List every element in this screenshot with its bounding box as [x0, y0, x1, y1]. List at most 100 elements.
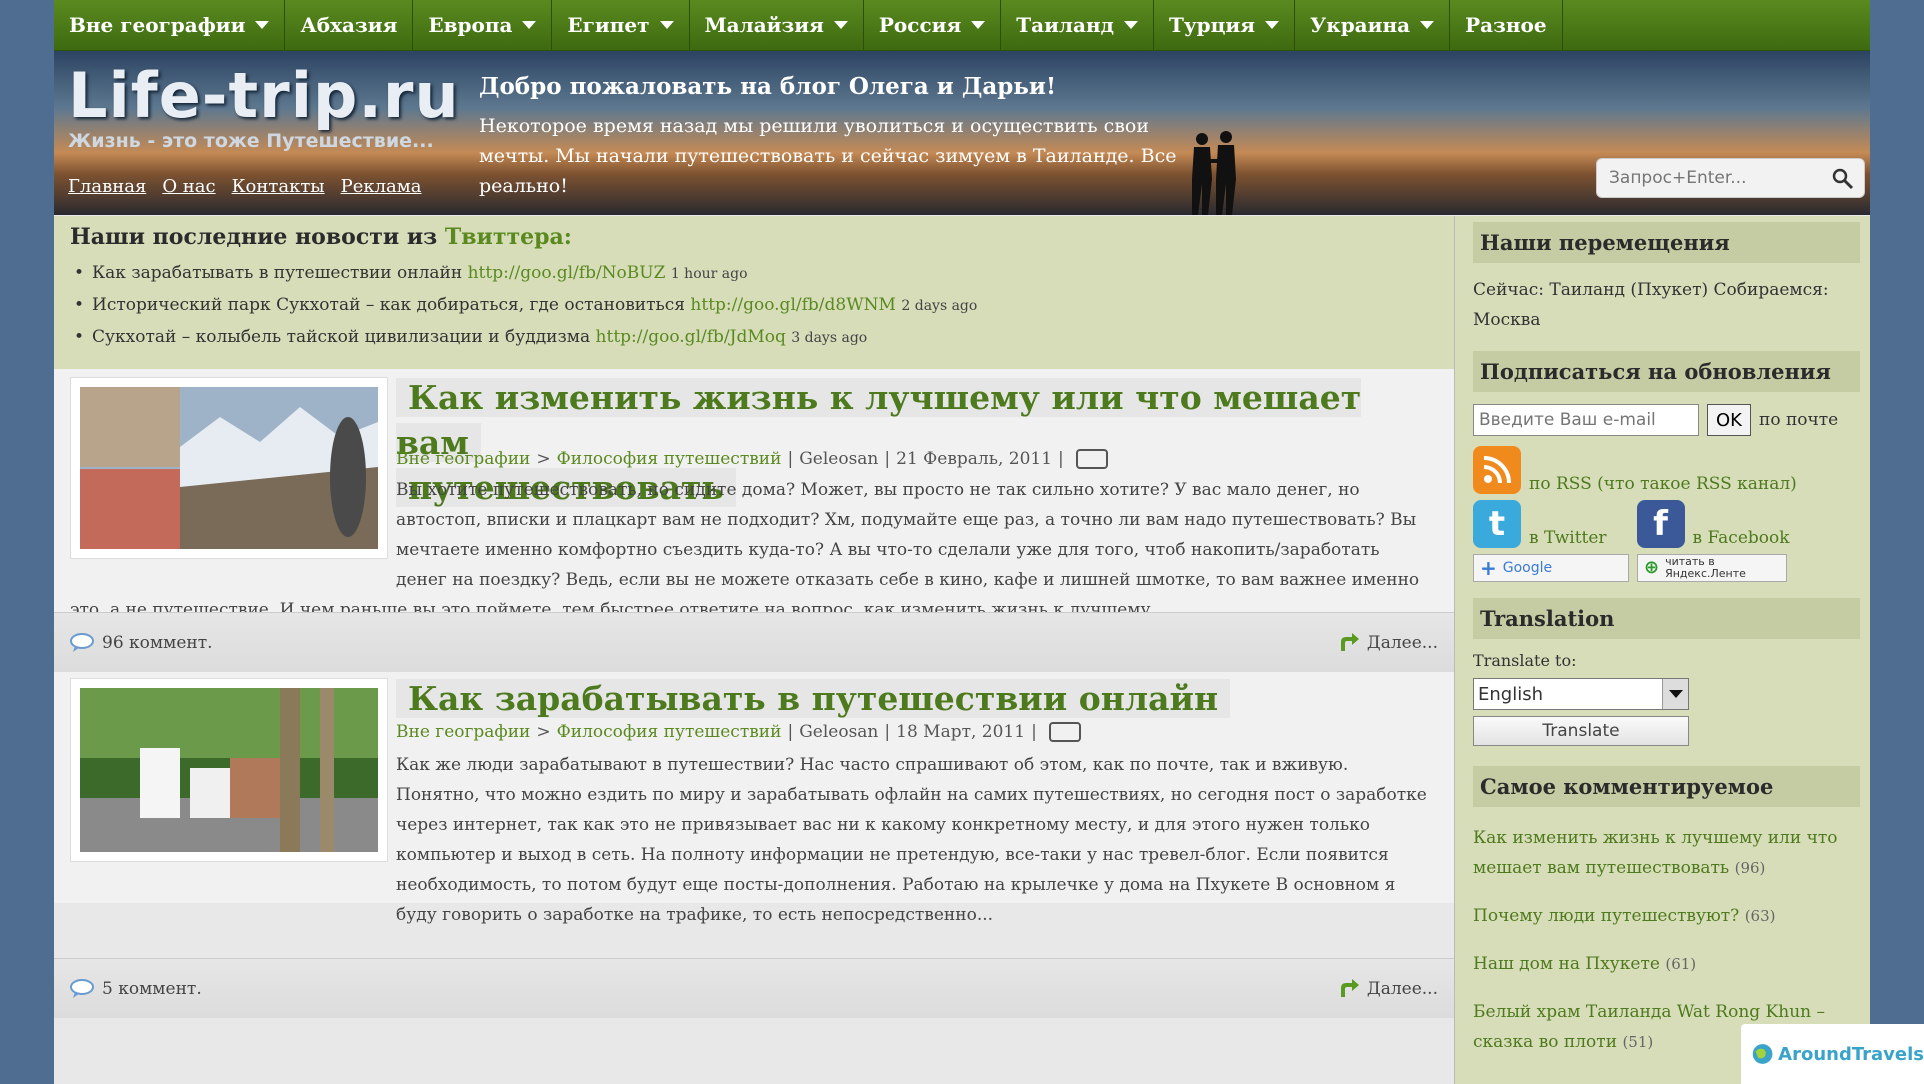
language-select[interactable]: English [1473, 678, 1689, 710]
category-link[interactable]: Вне географии [396, 722, 530, 742]
comment-bubble-icon [70, 978, 94, 998]
main-content: Наши последние новости из Твиттера: Как … [54, 216, 1454, 1084]
post-author: Geleosan [799, 449, 879, 469]
nav-item-europe[interactable]: Европа [413, 0, 553, 50]
arrow-return-icon [1340, 632, 1359, 651]
twitter-link[interactable]: в Twitter [1529, 528, 1607, 548]
search-input[interactable] [1609, 168, 1819, 188]
post: Как зарабатывать в путешествии онлайн Вн… [54, 672, 1454, 925]
chevron-down-icon [1265, 21, 1280, 29]
comments-link[interactable]: 96 коммент. [70, 632, 213, 653]
chevron-down-icon [1420, 21, 1435, 29]
nav-item-abkhazia[interactable]: Абхазия [285, 0, 414, 50]
popular-heading: Самое комментируемое [1473, 766, 1860, 807]
meta-separator: | [787, 722, 794, 742]
popular-link[interactable]: Почему люди путешествуют? [1473, 906, 1739, 926]
chevron-down-icon [522, 21, 537, 29]
link-home[interactable]: Главная [68, 176, 146, 197]
link-contacts[interactable]: Контакты [232, 176, 325, 197]
post-meta: Вне географии > Философия путешествий | Gel… [396, 449, 1108, 469]
list-item: Исторический парк Сукхотай – как добират… [70, 290, 1438, 322]
sidebar: Наши перемещения Сейчас: Таиланд (Пхукет… [1454, 216, 1870, 1084]
search-box [1596, 158, 1865, 198]
email-field[interactable] [1473, 404, 1699, 436]
comments-link[interactable]: 5 коммент. [70, 978, 202, 999]
rss-icon[interactable] [1473, 446, 1521, 494]
meta-separator: | [1031, 722, 1037, 742]
watermark-logo: AroundTravels [1741, 1024, 1924, 1084]
post-image [80, 688, 378, 852]
badge-row: + Google ⊕ читать в Яндекс.Ленте [1473, 554, 1860, 582]
rss-link[interactable]: по RSS (что такое RSS канал) [1529, 474, 1797, 494]
comment-bubble-icon [70, 632, 94, 652]
nav-item-egypt[interactable]: Египет [552, 0, 690, 50]
by-mail-label: по почте [1759, 410, 1839, 430]
translation-heading: Translation [1473, 598, 1860, 639]
popular-link[interactable]: Как изменить жизнь к лучшему или что меш… [1473, 828, 1837, 878]
nav-item-ukraine[interactable]: Украина [1295, 0, 1451, 50]
info-icon [1048, 722, 1081, 742]
nav-item-malaysia[interactable]: Малайзия [690, 0, 864, 50]
chevron-down-icon [255, 21, 270, 29]
subscribe-heading: Подписаться на обновления [1473, 351, 1860, 392]
camera-icon [1075, 449, 1108, 469]
list-item: Наш дом на Пхукете (61) [1473, 954, 1697, 974]
post-excerpt: Вы хотите путешествовать, но сидите дома… [396, 480, 1420, 590]
translate-button[interactable]: Translate [1473, 716, 1689, 746]
tweet-link[interactable]: http://goo.gl/fb/NoBUZ [468, 263, 666, 283]
chevron-down-icon [833, 21, 848, 29]
chevron-down-icon [971, 21, 986, 29]
twitter-list: Как зарабатывать в путешествии онлайн ht… [70, 258, 1438, 354]
yandex-button[interactable]: ⊕ читать в Яндекс.Ленте [1637, 554, 1787, 582]
nav-item-thailand[interactable]: Таиланд [1001, 0, 1154, 50]
header-banner: Life-trip.ru Жизнь - это тоже Путешестви… [54, 51, 1870, 215]
chevron-down-icon [1662, 679, 1688, 709]
post-image [80, 387, 378, 549]
read-more-link[interactable]: Далее... [1337, 978, 1438, 999]
nav-item-russia[interactable]: Россия [864, 0, 1002, 50]
twitter-icon[interactable]: t [1473, 500, 1521, 548]
header-links: Главная О нас Контакты Реклама [68, 176, 422, 197]
twitter-news: Наши последние новости из Твиттера: Как … [54, 216, 1454, 369]
meta-separator: | [787, 449, 794, 469]
moves-text: Сейчас: Таиланд (Пхукет) Собираемся: Мос… [1473, 280, 1829, 330]
meta-separator: | [1058, 449, 1064, 469]
site-logo[interactable]: Life-trip.ru [68, 59, 460, 132]
post-thumbnail[interactable] [70, 678, 388, 862]
breadcrumb-separator: > [536, 722, 551, 742]
plus-circle-icon: ⊕ [1644, 557, 1660, 578]
search-icon[interactable] [1832, 168, 1854, 190]
chevron-down-icon [1123, 21, 1138, 29]
link-about[interactable]: О нас [162, 176, 215, 197]
twitter-heading: Наши последние новости из Твиттера: [70, 224, 572, 250]
subscribe-row: OK по почте [1473, 404, 1860, 436]
facebook-icon[interactable]: f [1636, 500, 1685, 548]
google-add-button[interactable]: + Google [1473, 554, 1629, 582]
nav-item-vne-geografii[interactable]: Вне географии [54, 0, 286, 50]
read-more-link[interactable]: Далее... [1337, 632, 1438, 653]
nav-item-turkey[interactable]: Турция [1154, 0, 1296, 50]
moves-heading: Наши перемещения [1473, 222, 1860, 263]
category-link[interactable]: Вне географии [396, 449, 530, 469]
subcategory-link[interactable]: Философия путешествий [557, 449, 782, 469]
page: Вне географии Абхазия Европа Египет Мала… [54, 0, 1870, 1084]
post-author: Geleosan [799, 722, 879, 742]
ok-button[interactable]: OK [1707, 404, 1751, 436]
post-thumbnail[interactable] [70, 377, 388, 559]
facebook-link[interactable]: в Facebook [1693, 528, 1790, 548]
top-nav: Вне географии Абхазия Европа Египет Мала… [54, 0, 1870, 51]
tweet-link[interactable]: http://goo.gl/fb/JdMoq [596, 327, 786, 347]
tweet-link[interactable]: http://goo.gl/fb/d8WNM [690, 295, 896, 315]
globe-icon [1752, 1044, 1773, 1064]
subcategory-link[interactable]: Философия путешествий [557, 722, 782, 742]
site-tagline: Жизнь - это тоже Путешествие... [68, 130, 434, 152]
social-row: t в Twitter f в Facebook [1473, 500, 1860, 548]
post-title[interactable]: Как зарабатывать в путешествии онлайн [396, 676, 1231, 721]
list-item: Почему люди путешествуют? (63) [1473, 906, 1776, 926]
link-ads[interactable]: Реклама [341, 176, 422, 197]
list-item: Как изменить жизнь к лучшему или что меш… [1473, 828, 1838, 878]
post-excerpt: Как же люди зарабатывают в путешествии? … [396, 755, 1427, 925]
nav-item-misc[interactable]: Разное [1450, 0, 1563, 50]
twitter-heading-link[interactable]: Твиттера: [445, 224, 572, 250]
popular-link[interactable]: Наш дом на Пхукете [1473, 954, 1660, 974]
